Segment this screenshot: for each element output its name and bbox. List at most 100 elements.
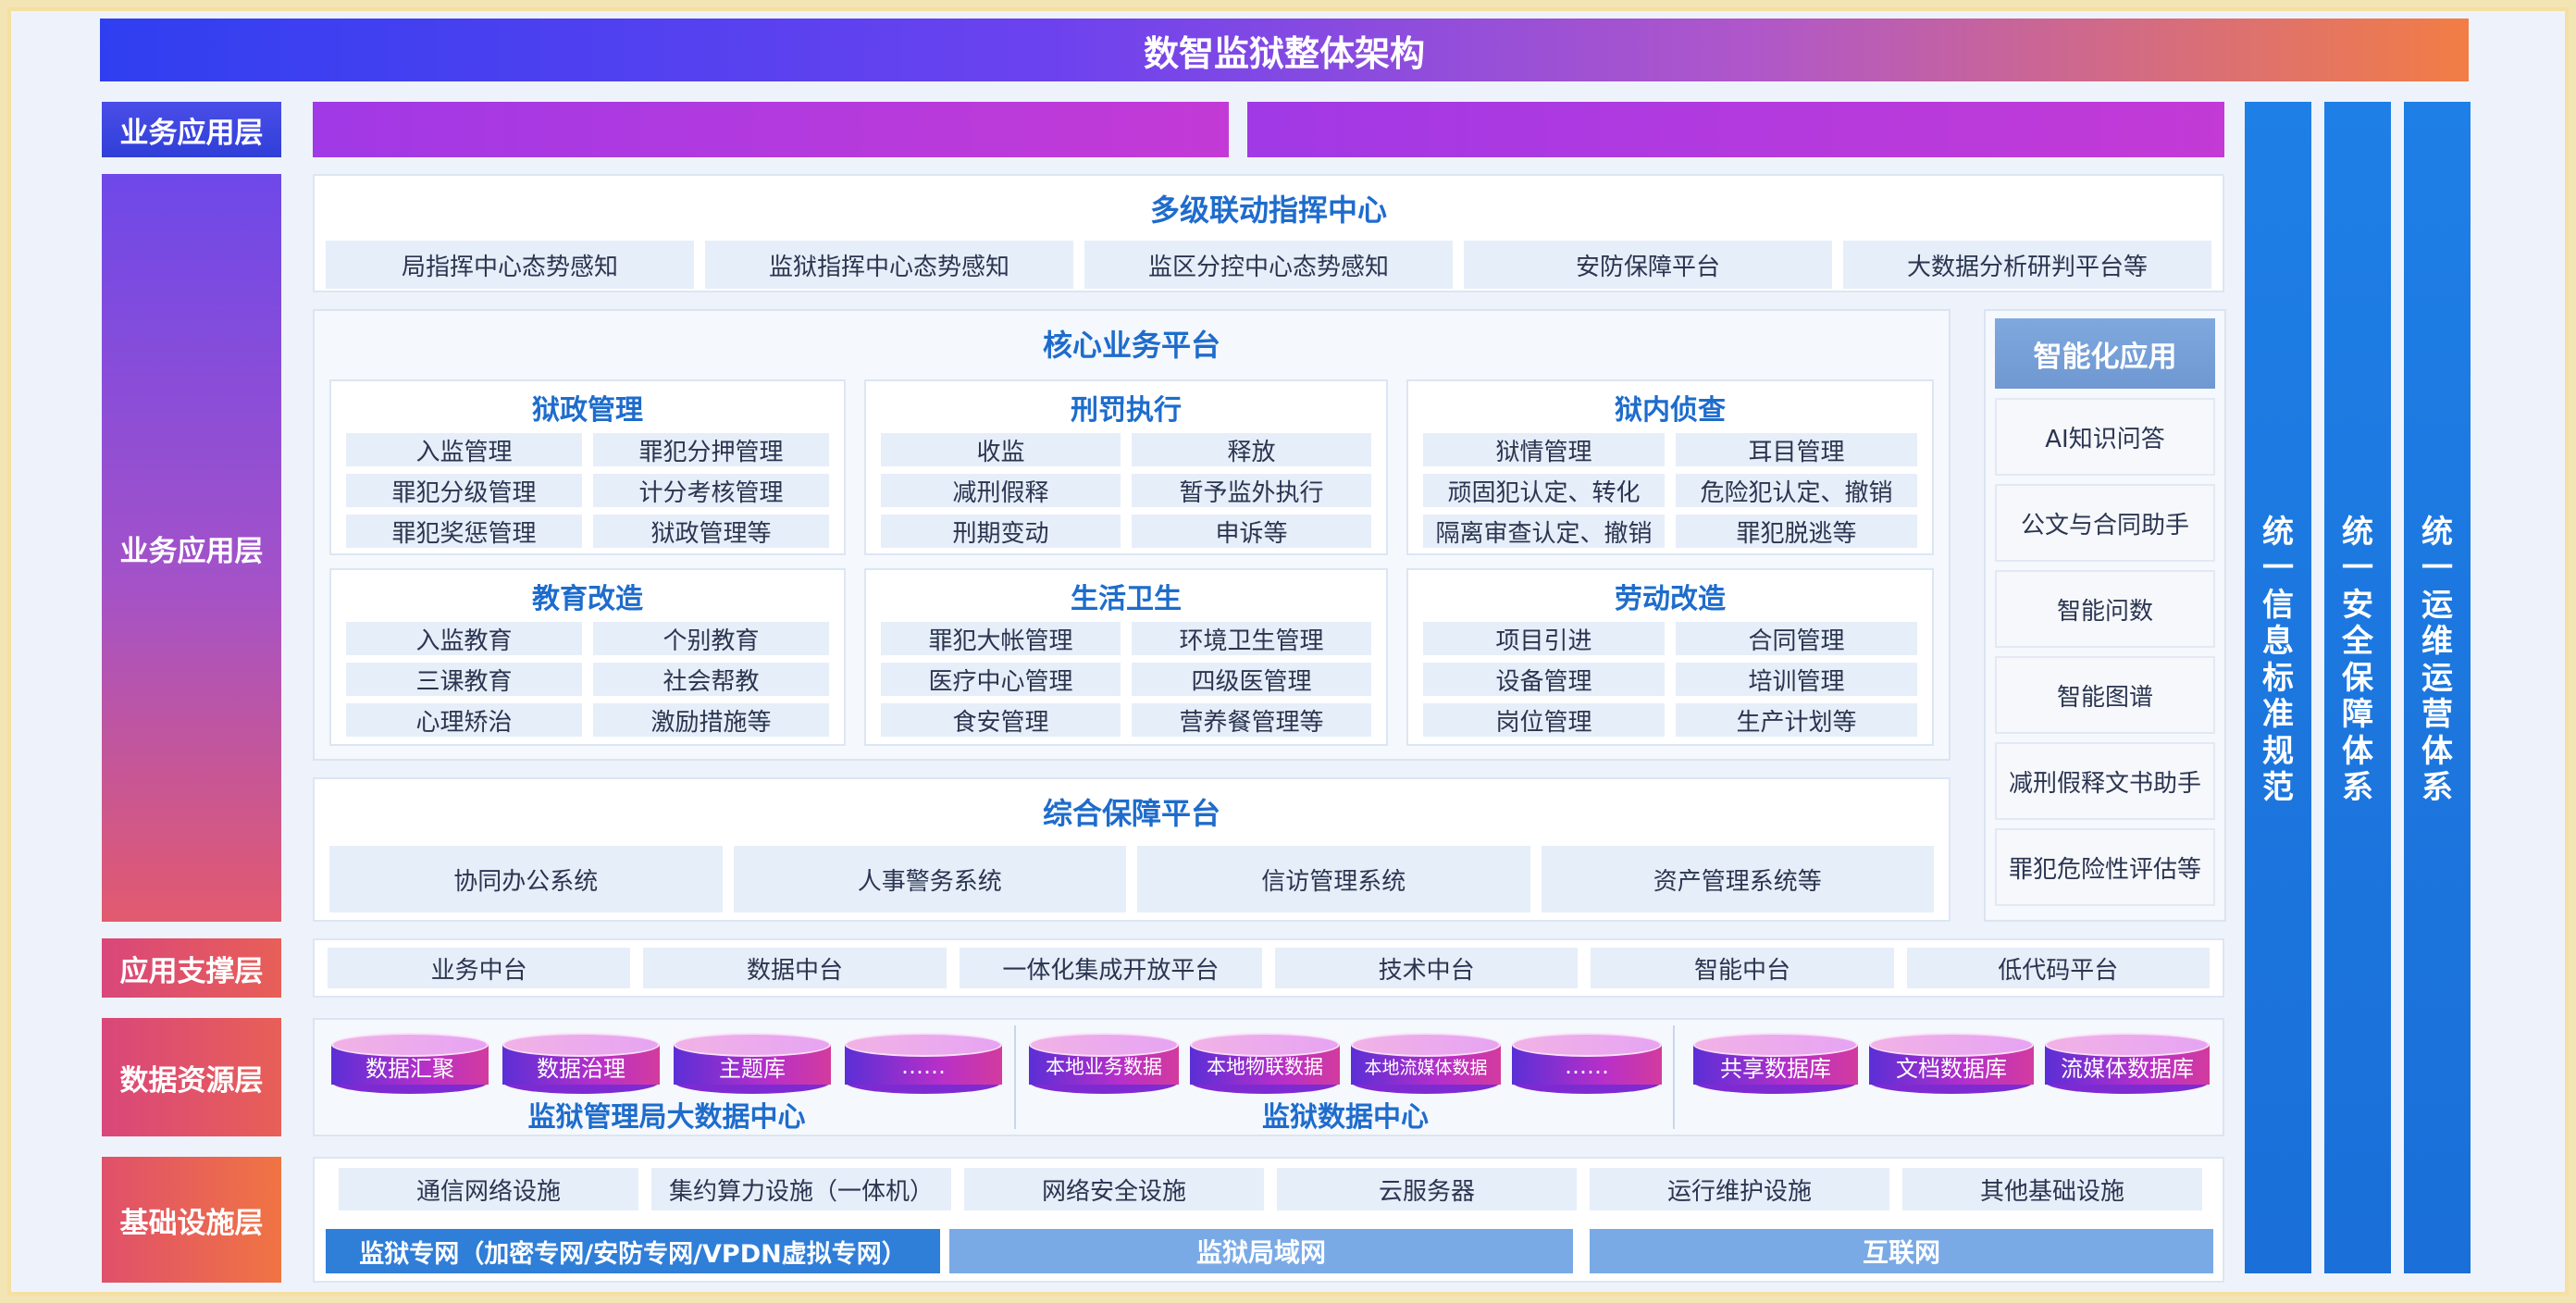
side-column-security: 统一安全保障体系 [2324, 102, 2391, 1273]
module-investigation: 狱内侦查 狱情管理 耳目管理 顽固犯认定、转化 危险犯认定、撤销 隔离审查认定、… [1406, 379, 1934, 555]
module-item: 个别教育 [593, 622, 829, 655]
module-item: 心理矫治 [346, 703, 582, 737]
module-item: 减刑假释 [881, 474, 1121, 507]
module-title: 教育改造 [532, 583, 643, 615]
module-item: 合同管理 [1676, 622, 1917, 655]
support-platform-title: 综合保障平台 [1042, 796, 1220, 831]
smart-app-item: 减刑假释文书助手 [1995, 742, 2215, 820]
module-item: 危险犯认定、撤销 [1676, 474, 1917, 507]
module-item: 四级医管理 [1132, 663, 1371, 696]
module-item: 狱政管理等 [593, 515, 829, 548]
database-label: 本地物联数据 [1207, 1056, 1323, 1078]
purple-banner-left [313, 102, 1229, 157]
module-item: 入监管理 [346, 433, 582, 466]
module-item: 培训管理 [1676, 663, 1917, 696]
module-title: 狱内侦查 [1615, 394, 1726, 427]
support-layer-item: 技术中台 [1274, 948, 1579, 988]
support-layer-item: 一体化集成开放平台 [959, 948, 1262, 988]
module-item: 设备管理 [1423, 663, 1665, 696]
module-item: 隔离审查认定、撤销 [1423, 515, 1665, 548]
network-dedicated: 监狱专网（加密专网/安防专网/VPDN虚拟专网） [326, 1229, 940, 1273]
core-platform-title: 核心业务平台 [1042, 328, 1220, 363]
infra-item: 其他基础设施 [1902, 1168, 2202, 1210]
command-center-panel: 多级联动指挥中心 局指挥中心态势感知 监狱指挥中心态势感知 监区分控中心态势感知… [313, 174, 2224, 292]
network-internet: 互联网 [1590, 1229, 2213, 1273]
module-item: 生产计划等 [1676, 703, 1917, 737]
purple-banner-right [1247, 102, 2224, 157]
support-item: 人事警务系统 [733, 846, 1126, 912]
database-label: 本地流媒体数据 [1364, 1057, 1488, 1078]
database-cylinder: 文档数据库 [1869, 1033, 2034, 1094]
infra-item: 通信网络设施 [339, 1168, 638, 1210]
smart-app-item: 公文与合同助手 [1995, 484, 2215, 562]
command-item: 大数据分析研判平台等 [1843, 241, 2211, 289]
module-title: 刑罚执行 [1071, 394, 1182, 427]
module-item: 医疗中心管理 [881, 663, 1121, 696]
data-group-label: 监狱数据中心 [1262, 1101, 1429, 1134]
data-divider [1014, 1025, 1016, 1129]
support-layer-item: 数据中台 [643, 948, 947, 988]
module-labor: 劳动改造 项目引进 合同管理 设备管理 培训管理 岗位管理 生产计划等 [1406, 568, 1934, 746]
database-cylinder: 本地流媒体数据 [1351, 1033, 1501, 1094]
database-cylinder: …… [1512, 1033, 1662, 1094]
command-item: 安防保障平台 [1464, 241, 1832, 289]
command-center-title: 多级联动指挥中心 [1149, 192, 1387, 228]
module-item: 刑期变动 [881, 515, 1121, 548]
smart-apps-title: 智能化应用 [1995, 318, 2215, 389]
database-cylinder: 流媒体数据库 [2045, 1033, 2210, 1094]
module-education: 教育改造 入监教育 个别教育 三课教育 社会帮教 心理矫治 激励措施等 [329, 568, 846, 746]
module-item: 收监 [881, 433, 1121, 466]
database-cylinder: 主题库 [674, 1033, 831, 1094]
data-group-label: 监狱管理局大数据中心 [527, 1101, 806, 1134]
layer-label-top: 业务应用层 [102, 102, 281, 157]
database-label: 流媒体数据库 [2061, 1055, 2194, 1082]
command-item: 监区分控中心态势感知 [1084, 241, 1453, 289]
infra-item: 网络安全设施 [964, 1168, 1264, 1210]
database-cylinder: …… [845, 1033, 1002, 1094]
database-label: …… [1565, 1053, 1609, 1079]
smart-app-item: 罪犯危险性评估等 [1995, 828, 2215, 906]
data-divider [1673, 1025, 1675, 1129]
network-lan: 监狱局域网 [949, 1229, 1573, 1273]
database-label: 主题库 [719, 1055, 786, 1082]
module-prison-admin: 狱政管理 入监管理 罪犯分押管理 罪犯分级管理 计分考核管理 罪犯奖惩管理 狱政… [329, 379, 846, 555]
support-layer-item: 业务中台 [328, 948, 631, 988]
database-cylinder: 共享数据库 [1693, 1033, 1858, 1094]
infra-item: 运行维护设施 [1590, 1168, 1889, 1210]
module-item: 激励措施等 [593, 703, 829, 737]
module-item: 顽固犯认定、转化 [1423, 474, 1665, 507]
database-label: 数据汇聚 [365, 1055, 454, 1082]
module-item: 罪犯奖惩管理 [346, 515, 582, 548]
smart-apps-panel: 智能化应用 AI知识问答 公文与合同助手 智能问数 智能图谱 减刑假释文书助手 … [1984, 309, 2226, 922]
smart-app-item: 智能图谱 [1995, 656, 2215, 734]
module-item: 社会帮教 [593, 663, 829, 696]
side-column-label: 统一安全保障体系 [2342, 514, 2373, 807]
module-item: 项目引进 [1423, 622, 1665, 655]
support-layer-panel: 业务中台 数据中台 一体化集成开放平台 技术中台 智能中台 低代码平台 [313, 938, 2224, 998]
database-label: …… [901, 1053, 946, 1079]
command-item: 局指挥中心态势感知 [326, 241, 694, 289]
module-item: 罪犯脱逃等 [1676, 515, 1917, 548]
database-cylinder: 本地业务数据 [1029, 1033, 1179, 1094]
command-item: 监狱指挥中心态势感知 [705, 241, 1073, 289]
side-column-label: 统一运维运营体系 [2421, 514, 2453, 807]
database-cylinder: 数据汇聚 [331, 1033, 489, 1094]
module-item: 申诉等 [1132, 515, 1371, 548]
database-label: 共享数据库 [1720, 1055, 1831, 1082]
module-item: 营养餐管理等 [1132, 703, 1371, 737]
module-life-hygiene: 生活卫生 罪犯大帐管理 环境卫生管理 医疗中心管理 四级医管理 食安管理 营养餐… [864, 568, 1388, 746]
module-title: 生活卫生 [1071, 583, 1182, 615]
layer-label-infra: 基础设施层 [102, 1157, 281, 1283]
layer-label-business: 业务应用层 [102, 174, 281, 922]
support-item: 协同办公系统 [329, 846, 723, 912]
module-item: 狱情管理 [1423, 433, 1665, 466]
side-column-standards: 统一信息标准规范 [2245, 102, 2311, 1273]
smart-app-item: AI知识问答 [1995, 398, 2215, 476]
database-label: 本地业务数据 [1046, 1056, 1162, 1078]
module-title: 狱政管理 [532, 394, 643, 427]
database-label: 数据治理 [537, 1055, 625, 1082]
module-title: 劳动改造 [1615, 583, 1726, 615]
module-item: 耳目管理 [1676, 433, 1917, 466]
infra-item: 云服务器 [1277, 1168, 1577, 1210]
database-cylinder: 数据治理 [502, 1033, 660, 1094]
